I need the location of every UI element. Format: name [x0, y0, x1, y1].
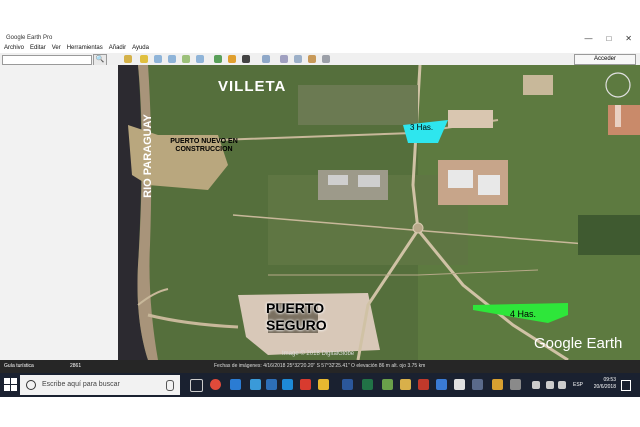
app-icon-6[interactable] — [400, 379, 411, 390]
label-puerto-seguro-line1: PUERTO — [266, 300, 325, 316]
google-earth-taskbar-icon[interactable] — [454, 379, 465, 390]
microphone-icon[interactable] — [166, 380, 174, 391]
clock[interactable]: 09:53 20/6/2018 — [594, 377, 616, 391]
app-icon-7[interactable] — [436, 379, 447, 390]
tray-overflow-icon[interactable] — [532, 381, 540, 389]
map-view[interactable]: VILLETA RIO PARAGUAY PUERTO NUEVO EN CON… — [118, 65, 640, 360]
app-icon-2[interactable] — [266, 379, 277, 390]
app-icon-5[interactable] — [382, 379, 393, 390]
label-area-3-has: 3 Has. — [410, 123, 434, 132]
historical-imagery-icon[interactable] — [214, 55, 222, 63]
record-tour-icon[interactable] — [196, 55, 204, 63]
label-villeta: VILLETA — [218, 78, 287, 95]
notifications-icon[interactable] — [621, 380, 631, 391]
view-in-maps-icon[interactable] — [322, 55, 330, 63]
menu-herramientas[interactable]: Herramientas — [67, 44, 103, 53]
clock-time: 09:53 — [603, 377, 616, 383]
menu-archivo[interactable]: Archivo — [4, 44, 24, 53]
app-icon-4[interactable] — [300, 379, 311, 390]
cortana-icon — [26, 380, 36, 390]
tour-guide-button[interactable]: Guía turística — [4, 363, 34, 369]
app-icon-9[interactable] — [492, 379, 503, 390]
app-icon-10[interactable] — [510, 379, 521, 390]
acrobat-icon[interactable] — [418, 379, 429, 390]
email-icon[interactable] — [280, 55, 288, 63]
login-button[interactable]: Acceder — [574, 54, 636, 65]
excel-icon[interactable] — [362, 379, 373, 390]
menu-ver[interactable]: Ver — [52, 44, 61, 53]
google-earth-logo: Google Earth — [534, 335, 623, 352]
planets-icon[interactable] — [242, 55, 250, 63]
language-indicator[interactable]: ESP — [573, 382, 583, 388]
save-image-icon[interactable] — [308, 55, 316, 63]
clock-date: 20/6/2018 — [593, 384, 616, 390]
label-puerto-nuevo: PUERTO NUEVO EN CONSTRUCCION — [170, 138, 238, 153]
app-icon-1[interactable] — [250, 379, 261, 390]
search-input[interactable] — [2, 55, 92, 65]
imagery-status-info: Fechas de imágenes: 4/16/2018 25°32'20.2… — [214, 363, 426, 369]
network-icon[interactable] — [546, 381, 554, 389]
taskbar: Escribe aquí para buscar ESP 09:53 20/6/… — [0, 373, 640, 397]
menu-anadir[interactable]: Añadir — [109, 44, 126, 53]
taskbar-search-placeholder: Escribe aquí para buscar — [42, 381, 120, 388]
hide-sidebar-icon[interactable] — [124, 55, 132, 63]
image-overlay-icon[interactable] — [182, 55, 190, 63]
placemark-icon[interactable] — [140, 55, 148, 63]
app-icon-3[interactable] — [282, 379, 293, 390]
close-button[interactable]: ✕ — [625, 34, 632, 43]
word-icon[interactable] — [342, 379, 353, 390]
sidebar-panel — [0, 65, 119, 360]
app-icon-8[interactable] — [472, 379, 483, 390]
window-title: Google Earth Pro — [6, 35, 53, 41]
status-bar: Guía turística 2861 Fechas de imágenes: … — [0, 360, 640, 373]
satellite-imagery — [118, 65, 640, 360]
volume-icon[interactable] — [558, 381, 566, 389]
label-area-4-has: 4 Has. — [510, 309, 537, 319]
sunlight-icon[interactable] — [228, 55, 236, 63]
label-puerto-seguro-line2: SEGURO — [266, 317, 327, 333]
label-rio-paraguay: RIO PARAGUAY — [141, 114, 154, 198]
taskbar-search-box[interactable]: Escribe aquí para buscar — [20, 375, 180, 395]
window-titlebar — [0, 0, 640, 34]
chrome-icon[interactable] — [210, 379, 221, 390]
maximize-button[interactable]: □ — [606, 34, 611, 43]
tour-count: 2861 — [70, 363, 82, 369]
windows-start-icon[interactable] — [4, 378, 17, 391]
path-icon[interactable] — [168, 55, 176, 63]
ruler-icon[interactable] — [262, 55, 270, 63]
label-puerto-seguro: PUERTO SEGURO — [266, 300, 327, 334]
edge-icon[interactable] — [230, 379, 241, 390]
minimize-button[interactable]: — — [584, 34, 592, 43]
imagery-copyright: Image © 2018 DigitalGlobe — [282, 351, 355, 357]
window-controls: — □ ✕ — [584, 34, 632, 43]
polygon-icon[interactable] — [154, 55, 162, 63]
print-icon[interactable] — [294, 55, 302, 63]
task-view-icon[interactable] — [190, 379, 203, 392]
menu-ayuda[interactable]: Ayuda — [132, 44, 149, 53]
menu-bar: Archivo Editar Ver Herramientas Añadir A… — [0, 44, 640, 53]
file-explorer-icon[interactable] — [318, 379, 329, 390]
menu-editar[interactable]: Editar — [30, 44, 46, 53]
